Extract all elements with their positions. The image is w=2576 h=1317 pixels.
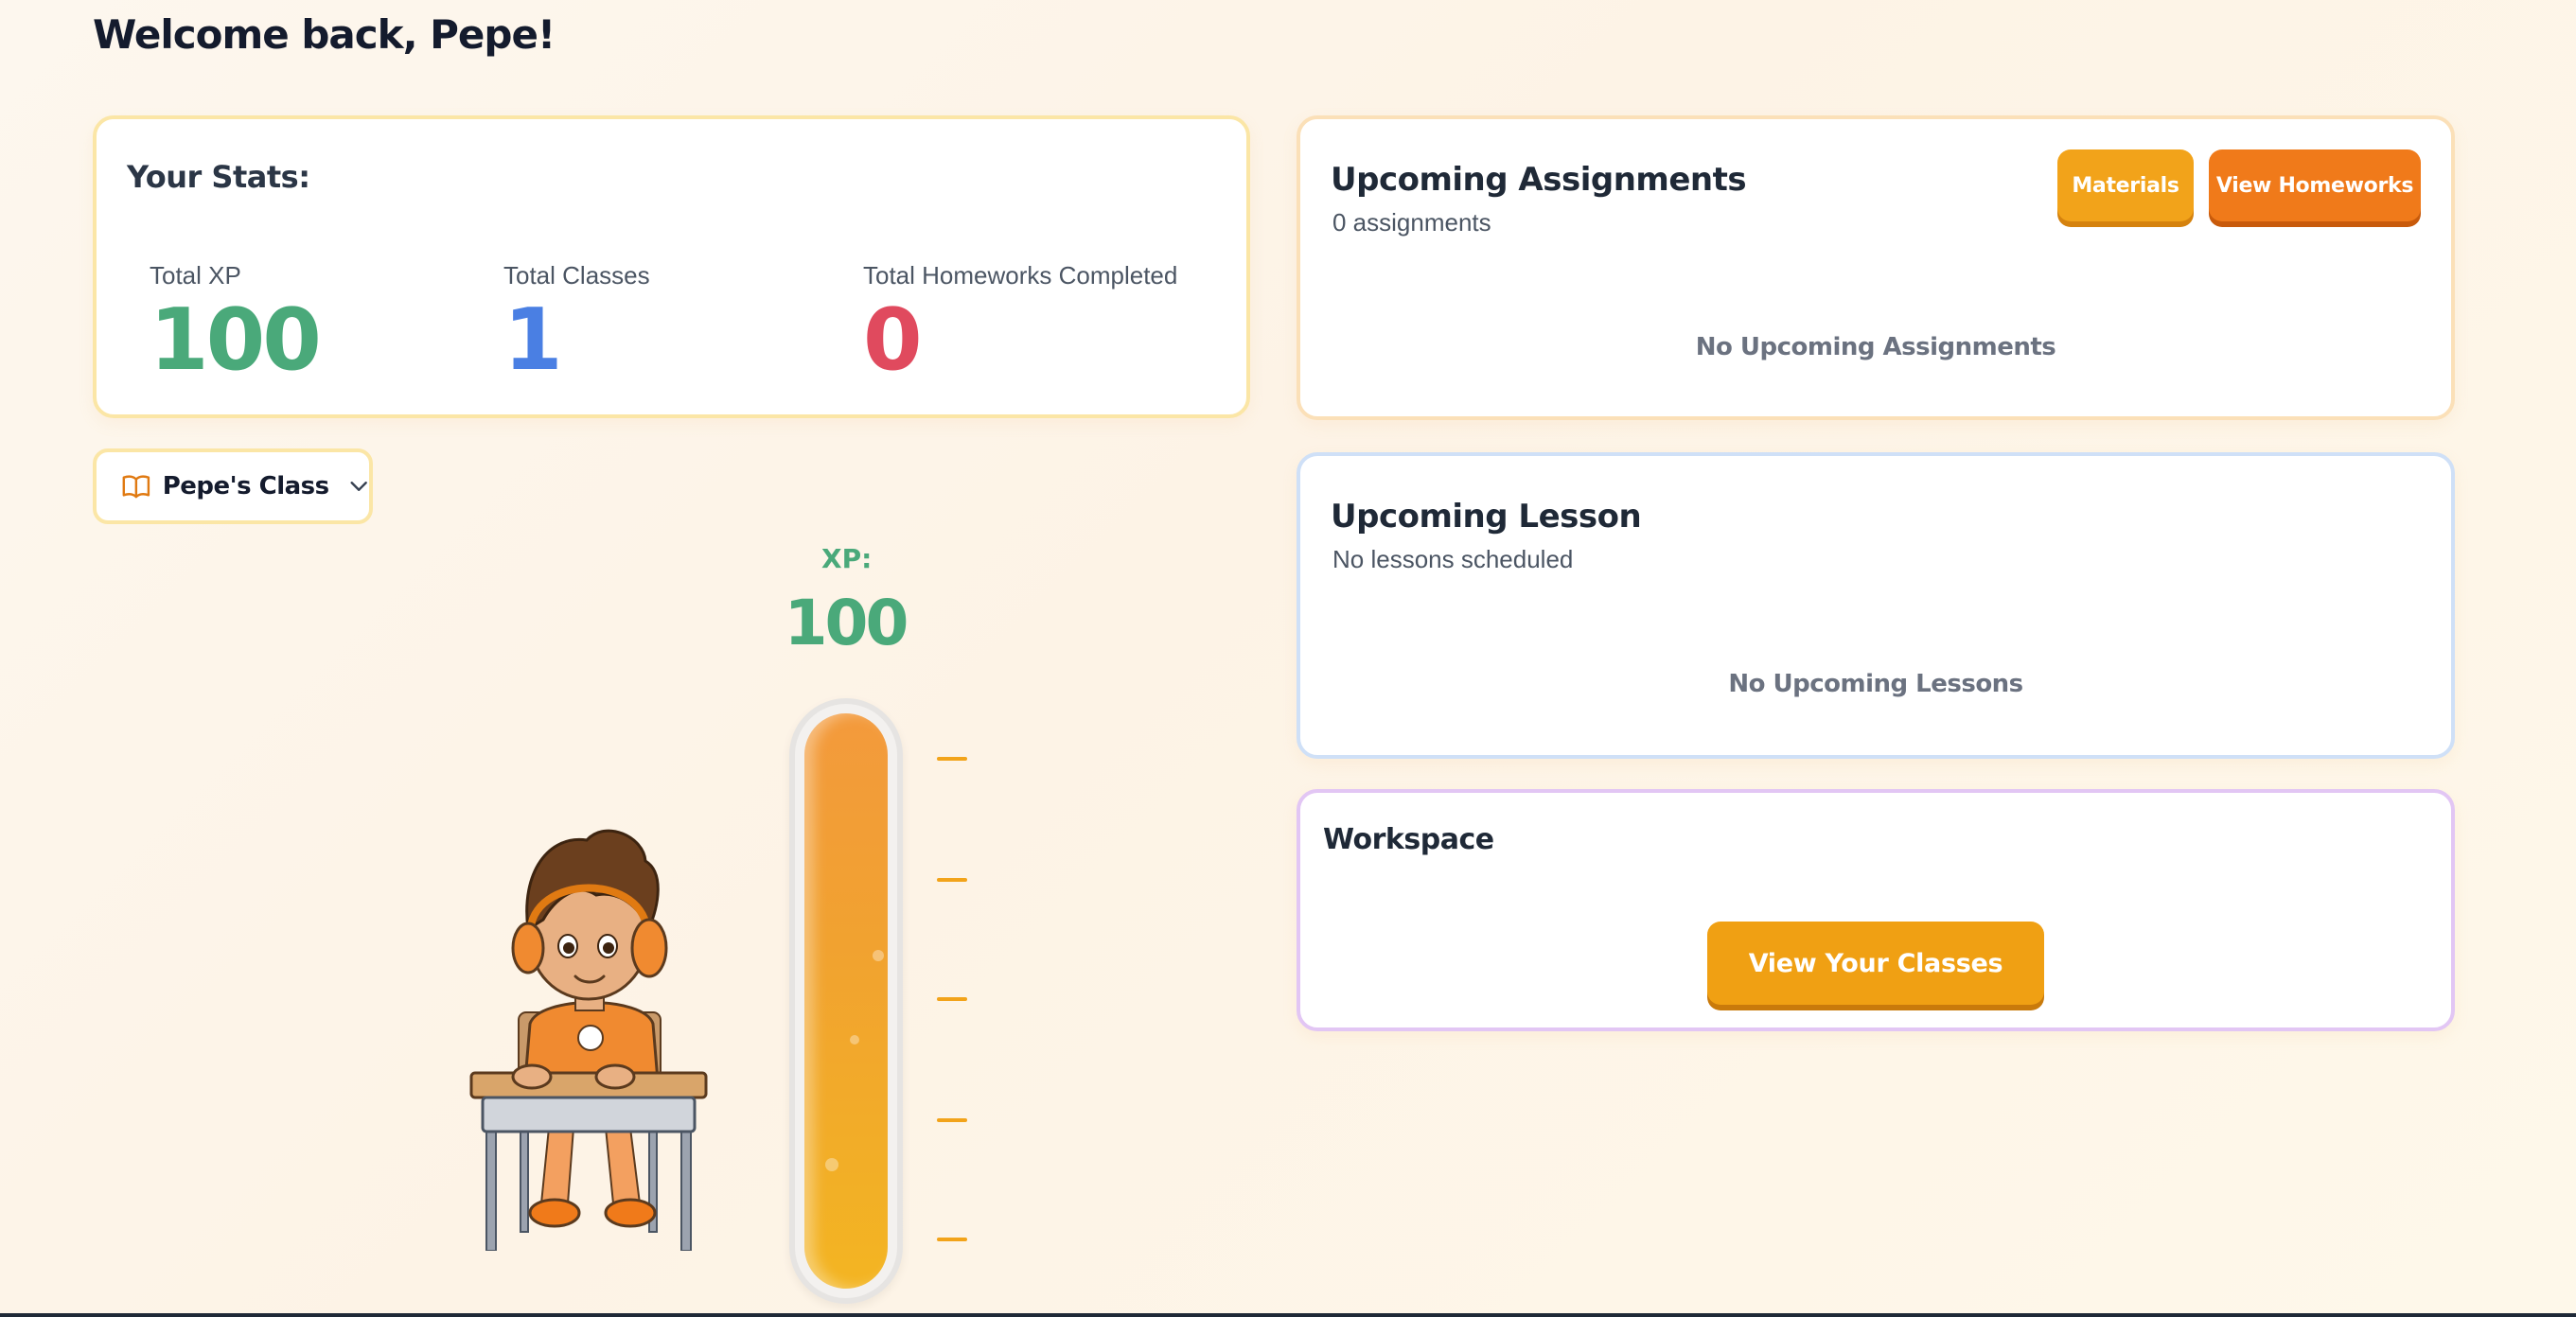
student-avatar-illustration (469, 829, 708, 1251)
stat-label: Total Homeworks Completed (863, 261, 1178, 290)
lesson-subtitle: No lessons scheduled (1332, 545, 1574, 573)
xp-tick-mark (937, 1238, 967, 1241)
workspace-card: Workspace View Your Classes (1297, 789, 2455, 1031)
lesson-empty-message: No Upcoming Lessons (1728, 670, 2023, 698)
xp-progress-tube (789, 698, 903, 1304)
materials-button[interactable]: Materials (2057, 149, 2194, 221)
welcome-heading: Welcome back, Pepe! (93, 11, 556, 58)
stat-value: 1 (503, 290, 563, 390)
assignments-count: 0 assignments (1332, 208, 1491, 237)
xp-tick-mark (937, 997, 967, 1001)
xp-progress-fill (804, 713, 888, 1289)
bubble-decoration (850, 1035, 859, 1045)
stat-value: 100 (150, 290, 322, 390)
xp-label: XP: (821, 543, 873, 574)
class-selector-label: Pepe's Class (162, 472, 329, 500)
workspace-title: Workspace (1323, 823, 1494, 856)
stats-card: Your Stats: Total XP 100 Total Classes 1… (93, 115, 1250, 418)
bottom-edge-bar (0, 1313, 2576, 1317)
xp-tick-mark (937, 1118, 967, 1122)
stat-total-homeworks: Total Homeworks Completed 0 (863, 261, 1177, 383)
stat-value: 0 (863, 290, 923, 390)
assignments-title: Upcoming Assignments (1331, 161, 1747, 199)
assignments-empty-message: No Upcoming Assignments (1695, 333, 2056, 361)
xp-tick-mark (937, 757, 967, 761)
view-your-classes-button[interactable]: View Your Classes (1707, 922, 2044, 1005)
view-homeworks-button[interactable]: View Homeworks (2209, 149, 2421, 221)
book-open-icon (122, 475, 150, 499)
upcoming-lesson-card: Upcoming Lesson No lessons scheduled No … (1297, 452, 2455, 759)
xp-tick-mark (937, 878, 967, 882)
upcoming-assignments-card: Upcoming Assignments 0 assignments Mater… (1297, 115, 2455, 420)
xp-value: 100 (784, 587, 909, 659)
stat-total-xp: Total XP 100 (150, 261, 322, 390)
bubble-decoration (873, 950, 884, 961)
chevron-down-icon (350, 482, 367, 491)
class-selector-dropdown[interactable]: Pepe's Class (93, 448, 373, 524)
stat-label: Total Classes (503, 261, 650, 290)
lesson-title: Upcoming Lesson (1331, 498, 1642, 536)
stats-title: Your Stats: (127, 159, 310, 195)
bubble-decoration (825, 1158, 838, 1171)
stat-total-classes: Total Classes 1 (503, 261, 650, 383)
stat-label: Total XP (150, 261, 241, 290)
